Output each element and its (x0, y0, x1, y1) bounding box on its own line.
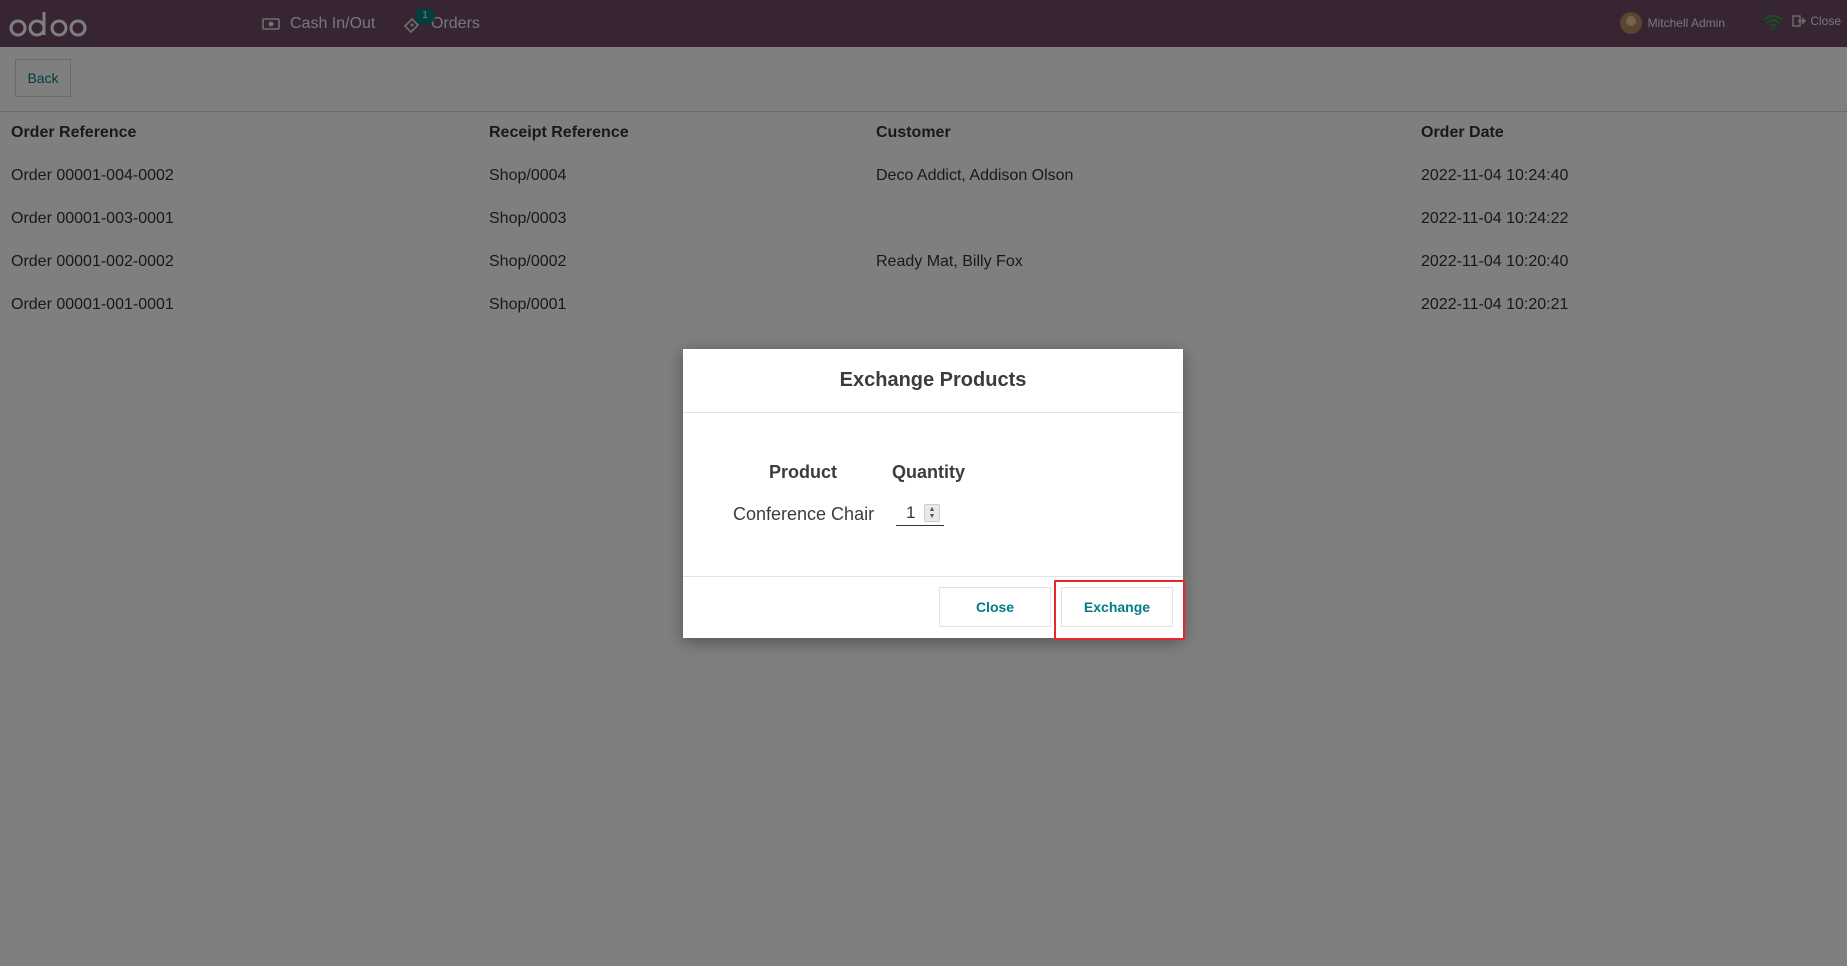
chevron-down-icon[interactable]: ▼ (929, 513, 936, 520)
product-name: Conference Chair (733, 504, 875, 524)
dialog-header: Exchange Products (683, 349, 1183, 413)
dialog-title: Exchange Products (839, 369, 1027, 391)
quantity-stepper[interactable]: 1 ▲ ▼ (896, 501, 944, 526)
close-button[interactable]: Close (939, 587, 1051, 627)
chevron-up-icon[interactable]: ▲ (929, 506, 936, 513)
product-column-header: Product (769, 462, 838, 482)
quantity-column-header: Quantity (892, 462, 966, 482)
dialog-body: Product Quantity Conference Chair 1 ▲ ▼ (683, 413, 1183, 577)
quantity-spinner[interactable]: ▲ ▼ (924, 504, 940, 522)
exchange-button-highlight (1054, 580, 1185, 640)
quantity-value[interactable]: 1 (906, 503, 924, 523)
